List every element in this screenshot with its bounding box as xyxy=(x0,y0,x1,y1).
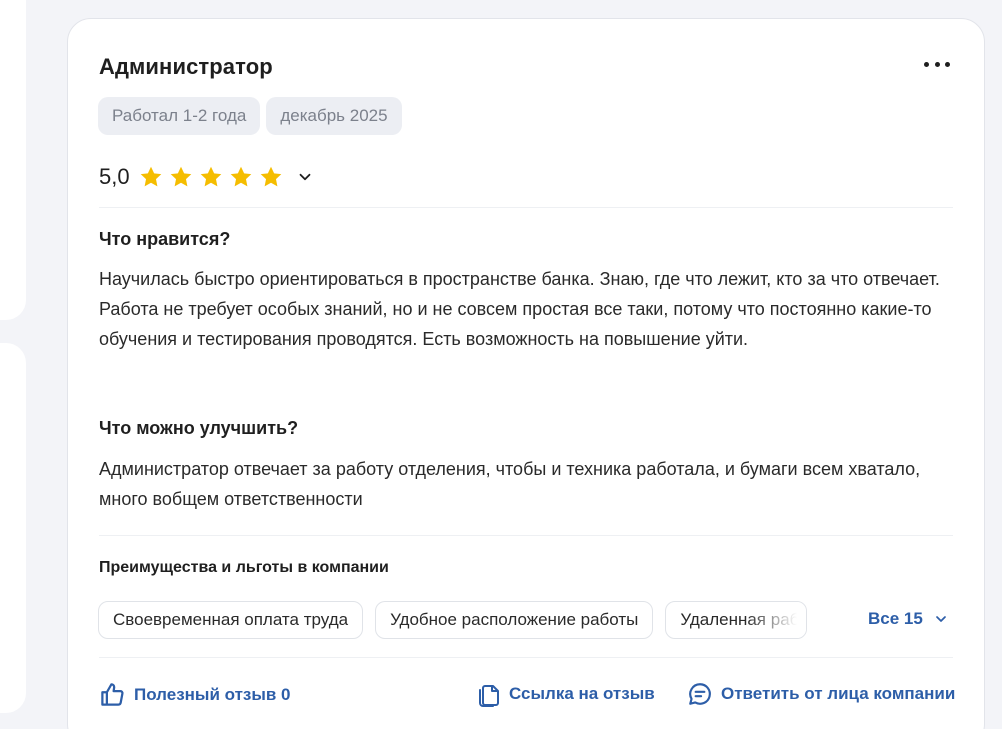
star-icon xyxy=(170,166,191,187)
benefit-chip: Удобное расположение работы xyxy=(375,601,654,639)
reply-label: Ответить от лица компании xyxy=(721,684,956,703)
improve-heading: Что можно улучшить? xyxy=(99,418,299,438)
review-title: Администратор xyxy=(99,54,273,79)
copy-link-icon xyxy=(479,685,499,707)
improve-text: Администратор отвечает за работу отделен… xyxy=(99,459,921,509)
divider xyxy=(99,207,953,208)
review-card: Администратор Работал 1-2 года декабрь 2… xyxy=(67,18,985,729)
helpful-button[interactable]: Полезный отзыв 0 xyxy=(99,681,291,708)
star-icon xyxy=(260,166,281,187)
benefits-heading: Преимущества и льготы в компании xyxy=(99,559,389,576)
date-chip: декабрь 2025 xyxy=(266,97,402,135)
helpful-label: Полезный отзыв 0 xyxy=(134,684,291,704)
all-benefits-label: Все 15 xyxy=(868,609,923,628)
rating-value: 5,0 xyxy=(99,164,130,189)
more-options-button[interactable] xyxy=(924,57,950,71)
reply-button[interactable]: Ответить от лица компании xyxy=(687,681,955,707)
side-panel-bottom xyxy=(0,343,26,713)
all-benefits-button[interactable]: Все 15 xyxy=(868,609,949,629)
chevron-down-icon[interactable] xyxy=(296,168,314,186)
benefit-chip: Удаленная работа xyxy=(665,601,808,639)
likes-text: Научилась быстро ориентироваться в прост… xyxy=(99,269,940,349)
review-link-button[interactable]: Ссылка на отзыв xyxy=(477,681,655,707)
divider xyxy=(99,535,953,536)
star-icon xyxy=(140,166,161,187)
chevron-down-icon xyxy=(935,616,946,622)
chat-bubble-icon xyxy=(689,683,711,705)
star-icon xyxy=(200,166,221,187)
benefit-chip: Своевременная оплата труда xyxy=(98,601,364,639)
benefits-list: Своевременная оплата труда Удобное распо… xyxy=(98,601,808,639)
likes-heading: Что нравится? xyxy=(99,229,231,249)
rating-stars xyxy=(138,164,284,190)
review-meta-chips: Работал 1-2 года декабрь 2025 xyxy=(98,97,402,135)
thumbs-up-icon xyxy=(101,683,124,706)
divider xyxy=(99,657,953,658)
review-link-label: Ссылка на отзыв xyxy=(509,684,655,703)
star-icon xyxy=(230,166,251,187)
experience-chip: Работал 1-2 года xyxy=(98,97,261,135)
more-dots-icon xyxy=(924,61,929,67)
side-panel-top xyxy=(0,0,26,320)
rating-row: 5,0 xyxy=(99,164,314,190)
